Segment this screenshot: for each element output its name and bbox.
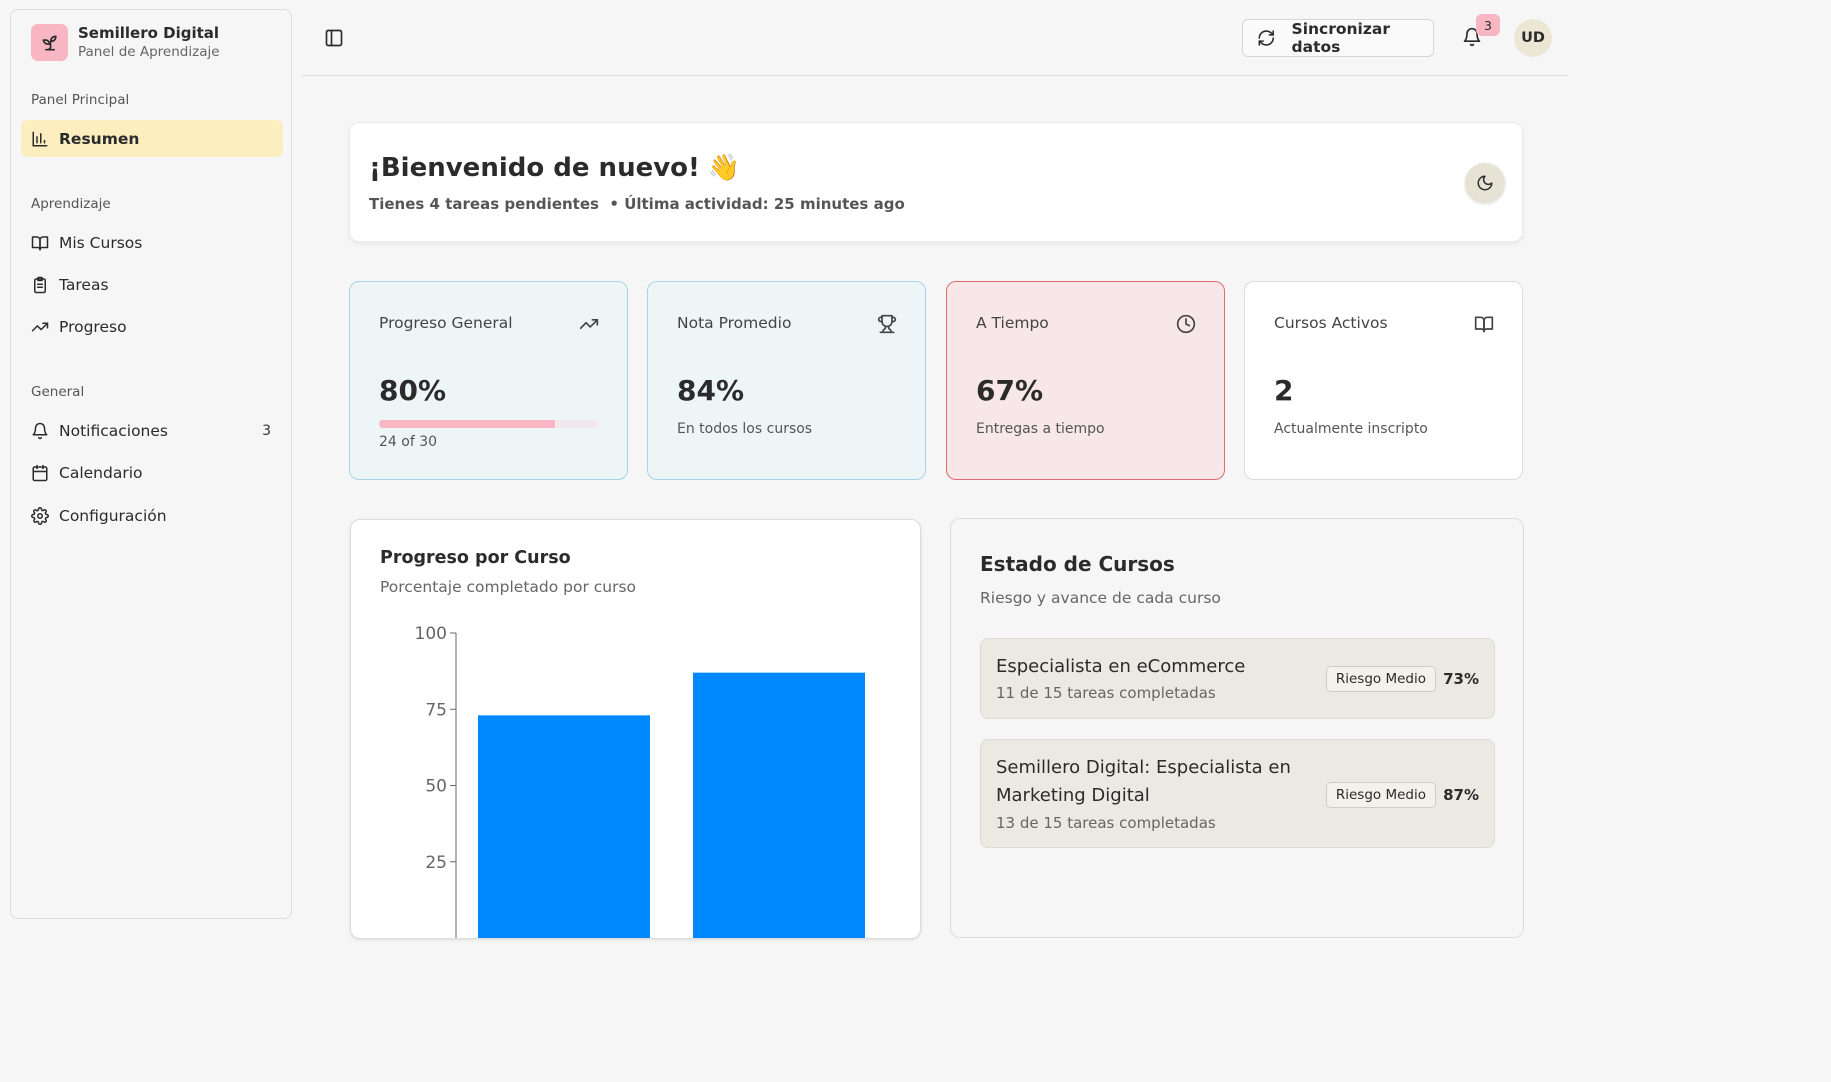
trending-up-icon (31, 322, 49, 331)
theme-toggle-button[interactable] (1465, 163, 1505, 203)
notifications-count: 3 (262, 422, 271, 439)
sidebar-item-calendar[interactable]: Calendario (21, 454, 283, 491)
gear-icon (31, 506, 49, 525)
topbar: Sincronizar datos 3 UD (302, 0, 1568, 76)
course-name-line2: Marketing Digital (996, 785, 1150, 806)
stat-note: 24 of 30 (379, 434, 438, 450)
stat-card-on-time: A Tiempo 67% Entregas a tiempo (946, 281, 1225, 480)
sidebar-item-summary[interactable]: Resumen (21, 120, 283, 157)
stat-card-average-grade: Nota Promedio 84% En todos los cursos (647, 281, 926, 480)
estado-title: Estado de Cursos (980, 552, 1175, 576)
sidebar-item-notifications[interactable]: Notificaciones 3 (21, 412, 283, 449)
course-name-line1: Semillero Digital: Especialista en (996, 757, 1291, 778)
refresh-icon (1258, 30, 1274, 46)
brand-subtitle: Panel de Aprendizaje (78, 44, 220, 60)
sidebar-item-label: Progreso (59, 317, 127, 336)
sidebar: Semillero Digital Panel de Aprendizaje P… (10, 9, 292, 919)
moon-icon (1477, 175, 1493, 191)
stat-title: Cursos Activos (1274, 314, 1388, 332)
risk-badge: Riesgo Medio (1325, 782, 1436, 808)
bar-chart-icon (32, 131, 48, 146)
avatar[interactable]: UD (1514, 19, 1552, 57)
sidebar-item-label: Mis Cursos (59, 233, 143, 252)
sidebar-item-label: Calendario (59, 463, 143, 482)
y-tick-label: 100 (415, 624, 447, 644)
course-status-item[interactable]: Semillero Digital: Especialista en Marke… (980, 739, 1495, 848)
y-tick-label: 50 (425, 777, 447, 797)
risk-badge: Riesgo Medio (1325, 666, 1436, 692)
stat-note: Actualmente inscripto (1274, 421, 1428, 437)
notification-badge: 3 (1476, 14, 1500, 36)
course-name: Especialista en eCommerce (996, 656, 1246, 677)
stat-note: Entregas a tiempo (976, 421, 1105, 437)
wave-emoji: 👋 (707, 153, 741, 183)
sprout-icon (31, 24, 68, 61)
bar (693, 672, 865, 938)
section-label-main: Panel Principal (31, 92, 130, 108)
course-tasks: 13 de 15 tareas completadas (996, 814, 1216, 832)
stat-value: 80% (379, 374, 447, 407)
trophy-icon (877, 314, 897, 334)
sync-button-label: Sincronizar datos (1291, 20, 1390, 56)
bar (478, 715, 650, 938)
stat-title: Nota Promedio (677, 314, 792, 332)
sidebar-item-label: Tareas (59, 275, 109, 294)
stat-card-active-courses: Cursos Activos 2 Actualmente inscripto (1244, 281, 1523, 480)
section-label-general: General (31, 384, 85, 400)
clipboard-list-icon (34, 276, 46, 293)
book-open-icon (1474, 316, 1494, 333)
sidebar-item-progress[interactable]: Progreso (21, 308, 283, 345)
sidebar-item-settings[interactable]: Configuración (21, 497, 283, 534)
estado-subtitle: Riesgo y avance de cada curso (980, 589, 1221, 607)
sidebar-toggle-button[interactable] (324, 28, 344, 48)
course-status-card: Estado de Cursos Riesgo y avance de cada… (950, 518, 1524, 938)
stat-title: A Tiempo (976, 314, 1049, 332)
y-tick-label: 25 (425, 853, 447, 873)
sidebar-item-label: Configuración (59, 506, 167, 525)
welcome-card: ¡Bienvenido de nuevo! 👋 Tienes 4 tareas p… (349, 122, 1523, 242)
stat-title: Progreso General (379, 314, 513, 332)
panel-left-icon (325, 29, 343, 47)
brand[interactable]: Semillero Digital Panel de Aprendizaje (31, 23, 220, 62)
course-tasks: 11 de 15 tareas completadas (996, 684, 1216, 702)
stat-note: En todos los cursos (677, 421, 813, 437)
brand-title: Semillero Digital (78, 24, 220, 42)
sidebar-item-tasks[interactable]: Tareas (21, 266, 283, 303)
stat-value: 67% (976, 374, 1044, 407)
sync-button[interactable]: Sincronizar datos (1242, 19, 1434, 57)
overall-progress-bar (379, 420, 599, 428)
course-progress-chart: 100 75 50 25 (415, 624, 865, 938)
course-percentage: 73% (1443, 670, 1479, 688)
clock-icon (1176, 314, 1196, 334)
welcome-title-text: ¡Bienvenido de nuevo! (369, 153, 700, 183)
stat-value: 84% (677, 374, 745, 407)
course-percentage: 87% (1443, 786, 1479, 804)
course-status-item[interactable]: Especialista en eCommerce 11 de 15 tarea… (980, 638, 1495, 719)
y-tick-label: 75 (425, 700, 447, 720)
welcome-title: ¡Bienvenido de nuevo! 👋 (369, 153, 740, 183)
course-progress-chart-card: Progreso por Curso Porcentaje completado… (350, 519, 921, 939)
stat-card-overall-progress: Progreso General 80% 24 of 30 (349, 281, 628, 480)
progress-fill (379, 420, 555, 428)
book-open-icon (31, 235, 49, 250)
welcome-subtitle: Tienes 4 tareas pendientes • Última acti… (369, 195, 905, 213)
sidebar-item-label: Notificaciones (59, 421, 168, 440)
calendar-icon (32, 464, 48, 481)
bell-icon (32, 422, 48, 439)
section-label-learning: Aprendizaje (31, 196, 111, 212)
stat-value: 2 (1274, 374, 1294, 407)
trending-up-icon (579, 319, 599, 329)
sidebar-item-label: Resumen (59, 129, 140, 148)
sidebar-item-courses[interactable]: Mis Cursos (21, 224, 283, 261)
